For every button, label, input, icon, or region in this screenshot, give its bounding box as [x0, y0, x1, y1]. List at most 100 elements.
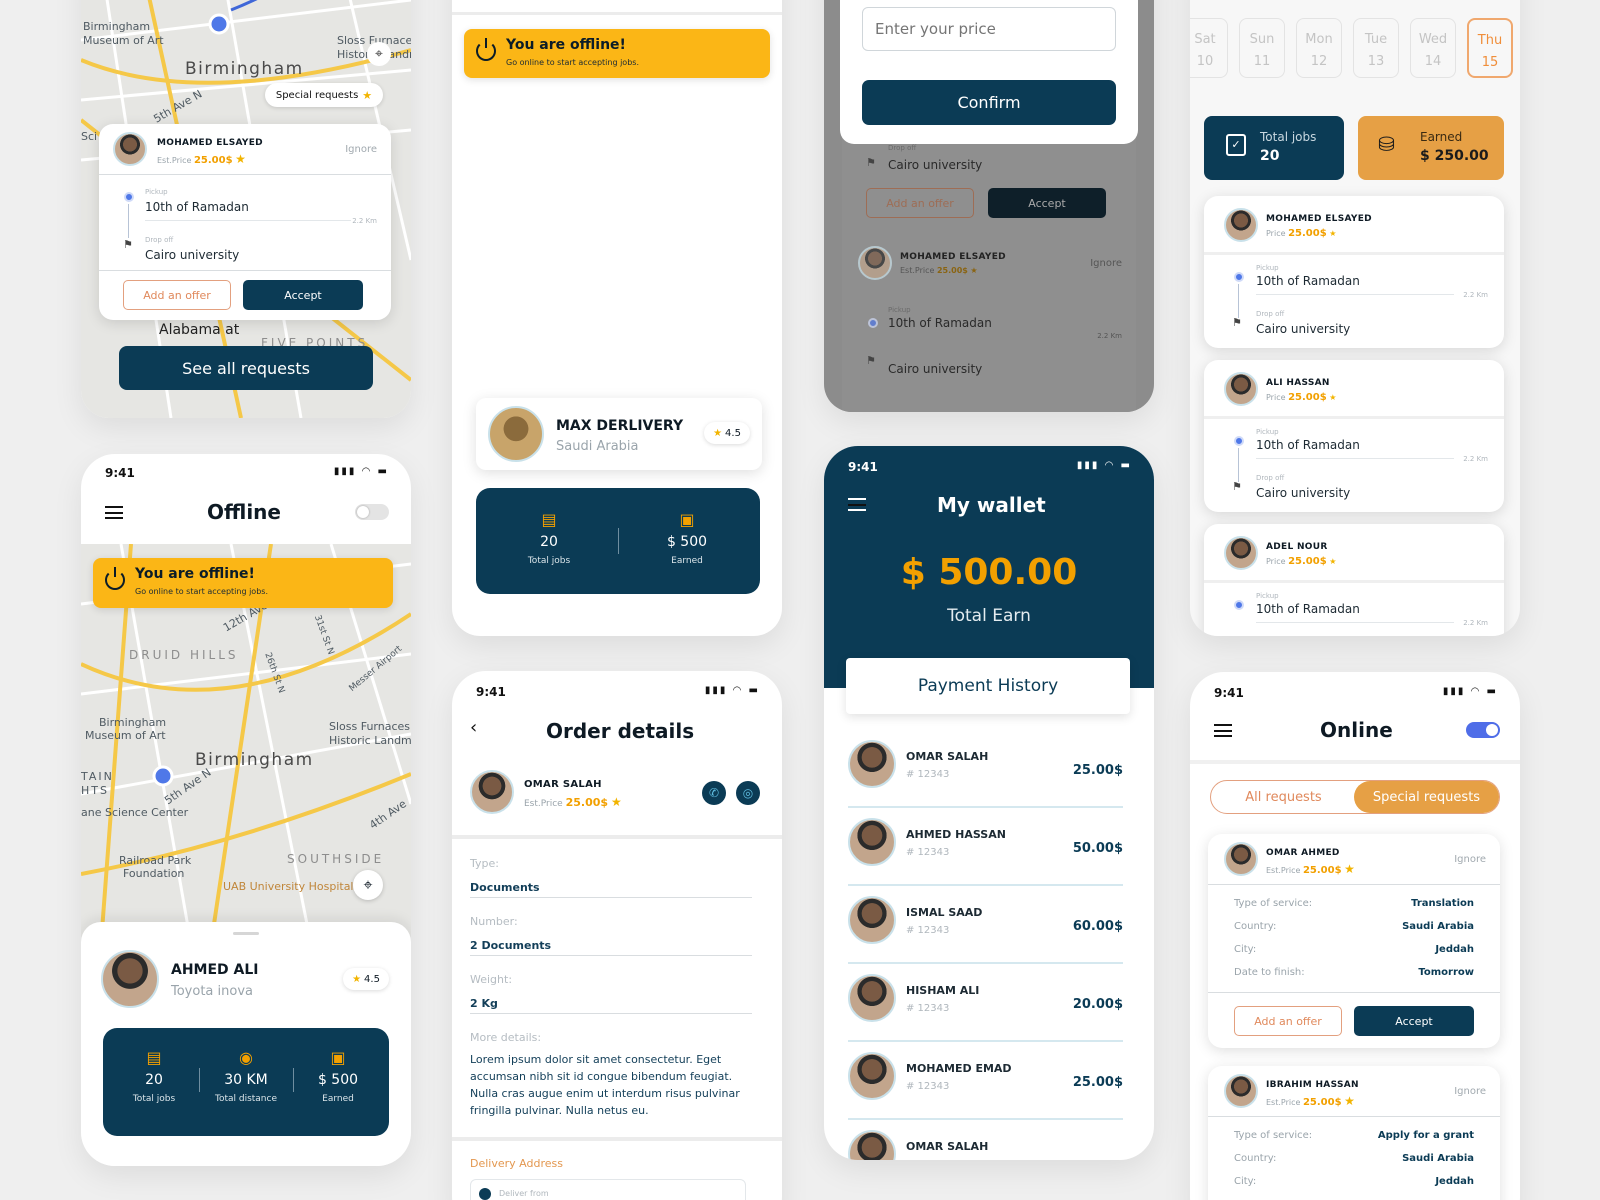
- payment-row[interactable]: OMAR SALAH # 12343 25.00$: [824, 732, 1147, 808]
- map-label: UAB University Hospital: [223, 880, 354, 893]
- ignore-button[interactable]: Ignore: [1454, 854, 1486, 865]
- status-icons: ▮▮▮ ◠ ▬: [705, 685, 760, 696]
- avatar: [488, 406, 544, 462]
- payment-history-button[interactable]: Payment History: [846, 658, 1130, 714]
- online-toggle[interactable]: [355, 504, 389, 520]
- wifi-icon: ◠: [1470, 686, 1482, 697]
- total-jobs-value: 20: [1260, 148, 1280, 164]
- confirm-button[interactable]: Confirm: [862, 80, 1116, 125]
- kv-label: Country:: [1234, 921, 1277, 932]
- deliver-from-field[interactable]: Deliver from: [470, 1179, 746, 1200]
- hamburger-icon[interactable]: [1214, 724, 1232, 737]
- payment-amount: 25.00$: [1072, 763, 1123, 778]
- day-sun[interactable]: Sun 11: [1239, 18, 1285, 78]
- day-number: 10: [1196, 54, 1214, 69]
- signal-icon: ▮▮▮: [1076, 460, 1100, 471]
- job-card[interactable]: ADEL NOUR Price 25.00$ ★ Pickup 10th of Ram…: [1204, 524, 1504, 636]
- payer-name: MOHAMED EMAD: [906, 1062, 1012, 1075]
- hamburger-icon[interactable]: [105, 506, 123, 519]
- divider: [452, 1137, 782, 1141]
- dropoff-value: Cairo university: [1256, 486, 1351, 500]
- day-tue[interactable]: Tue 13: [1353, 18, 1399, 78]
- dropoff-label: Drop off: [1256, 474, 1285, 482]
- customer-name: MOHAMED ELSAYED: [1266, 214, 1372, 224]
- kv-label: Type of service:: [1234, 898, 1313, 909]
- page-title: Offline: [207, 500, 281, 524]
- avatar: [1224, 372, 1258, 406]
- payment-row[interactable]: MOHAMED EMAD # 12343 25.00$: [824, 1044, 1147, 1120]
- payment-amount: 20.00$: [1072, 997, 1123, 1012]
- ignore-button[interactable]: Ignore: [1454, 1086, 1486, 1097]
- pickup-dot-icon: [868, 318, 878, 328]
- locate-icon[interactable]: ⌖: [367, 42, 391, 66]
- see-all-requests-button[interactable]: See all requests: [119, 346, 373, 390]
- phone-icon[interactable]: ✆: [702, 781, 726, 805]
- star-icon: ★: [1344, 1094, 1355, 1108]
- day-mon[interactable]: Mon 12: [1296, 18, 1342, 78]
- back-icon[interactable]: ‹: [470, 717, 477, 738]
- payment-row[interactable]: OMAR SALAH: [824, 1122, 1147, 1160]
- phone-calendar-jobs: Sat 10 Sun 11 Mon 12 Tue 13 Wed 14 Thu 15 ✓ Total j…: [1190, 0, 1520, 636]
- avatar: [1224, 536, 1258, 570]
- star-icon: ★: [713, 427, 723, 439]
- hamburger-icon[interactable]: [848, 498, 866, 511]
- total-earn-label: Total Earn: [947, 606, 1031, 626]
- sheet-handle[interactable]: [233, 932, 259, 935]
- field-label: Number:: [470, 915, 518, 928]
- divider: [848, 962, 1123, 964]
- stats-card: ▤ 20 Total jobs ◉ 30 KM Total distance ▣ $ 50…: [103, 1028, 389, 1136]
- chat-icon[interactable]: ◎: [736, 781, 760, 805]
- special-requests-chip[interactable]: Special requests ★: [265, 83, 383, 107]
- add-offer-button[interactable]: Add an offer: [866, 188, 974, 218]
- ignore-button[interactable]: Ignore: [345, 144, 377, 155]
- status-icons: ▮▮▮ ◠ ▬: [1077, 460, 1132, 471]
- locate-icon[interactable]: ⌖: [353, 870, 383, 900]
- accept-button[interactable]: Accept: [988, 188, 1106, 218]
- add-offer-button[interactable]: Add an offer: [1234, 1006, 1342, 1036]
- divider: [1256, 458, 1454, 459]
- accept-button[interactable]: Accept: [1354, 1006, 1474, 1036]
- day-thu[interactable]: Thu 15: [1467, 18, 1513, 78]
- divider: [1204, 252, 1504, 255]
- cash-icon: ▣: [679, 510, 695, 529]
- more-details-label: More details:: [470, 1031, 542, 1044]
- day-name: Sun: [1249, 32, 1275, 47]
- distance: 2.2 Km: [1097, 332, 1122, 340]
- day-wed[interactable]: Wed 14: [1410, 18, 1456, 78]
- receipt-icon: ▤: [146, 1048, 162, 1067]
- payer-name: HISHAM ALI: [906, 984, 980, 997]
- tab-special-requests[interactable]: Special requests: [1354, 781, 1499, 813]
- map-label: Birmingham: [195, 750, 314, 770]
- avatar: [113, 132, 147, 166]
- payment-row[interactable]: AHMED HASSAN # 12343 50.00$: [824, 810, 1147, 886]
- accept-button[interactable]: Accept: [243, 280, 363, 310]
- payment-row[interactable]: ISMAL SAAD # 12343 60.00$: [824, 888, 1147, 964]
- day-sat[interactable]: Sat 10: [1190, 18, 1228, 78]
- divider: [848, 806, 1123, 808]
- payment-id: # 12343: [906, 1003, 950, 1014]
- job-card[interactable]: MOHAMED ELSAYED Price 25.00$ ★ Pickup 10th …: [1204, 196, 1504, 348]
- wifi-icon: ◠: [361, 466, 373, 477]
- price-input[interactable]: [862, 7, 1116, 51]
- stat-total-jobs: ▤ 20 Total jobs: [109, 1048, 199, 1104]
- kv-label: Type of service:: [1234, 1130, 1313, 1141]
- price-row: Price 25.00$ ★: [1266, 228, 1337, 239]
- job-card[interactable]: ALI HASSAN Price 25.00$ ★ Pickup 10th of Ra…: [1204, 360, 1504, 512]
- add-offer-button[interactable]: Add an offer: [123, 280, 231, 310]
- request-card[interactable]: MOHAMED ELSAYED Est.Price 25.00$ ★ Ignor…: [99, 124, 391, 320]
- power-icon: [105, 567, 125, 590]
- online-toggle[interactable]: [1466, 722, 1500, 738]
- ignore-button[interactable]: Ignore: [1090, 258, 1122, 269]
- earned-value: $ 250.00: [1420, 148, 1489, 164]
- kv-value: Saudi Arabia: [1402, 1153, 1474, 1164]
- phone-online: 9:41 ▮▮▮ ◠ ▬ Online All requests Special…: [1190, 672, 1520, 1200]
- page-title: My wallet: [937, 493, 1046, 517]
- request-card[interactable]: OMAR AHMED Est.Price 25.00$ ★ Ignore Typ…: [1208, 834, 1500, 1048]
- field-value: 2 Documents: [470, 939, 552, 952]
- divider: [470, 955, 752, 956]
- tab-all-requests[interactable]: All requests: [1211, 781, 1356, 813]
- request-card[interactable]: IBRAHIM HASSAN Est.Price 25.00$ ★ Ignore…: [1208, 1066, 1500, 1200]
- status-time: 9:41: [1214, 686, 1244, 700]
- pickup-label: Pickup: [1256, 264, 1279, 272]
- payment-row[interactable]: HISHAM ALI # 12343 20.00$: [824, 966, 1147, 1042]
